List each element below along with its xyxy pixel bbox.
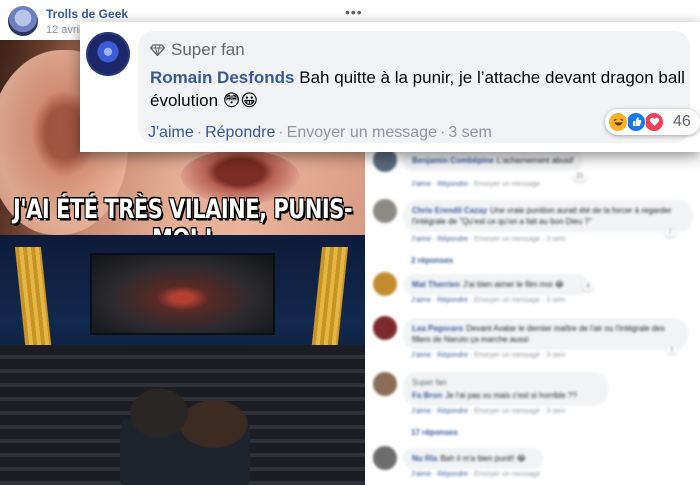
comment-time[interactable]: 3 sem bbox=[546, 408, 565, 415]
view-replies-link[interactable]: 17 réponses bbox=[411, 428, 458, 437]
message-link[interactable]: Envoyer un message bbox=[474, 181, 540, 188]
like-link[interactable]: J'aime bbox=[411, 471, 431, 478]
comment-author[interactable]: Benjamin Combépine bbox=[412, 156, 494, 165]
comment-actions: J'aime · Répondre · Envoyer un message ·… bbox=[411, 297, 566, 304]
like-icon bbox=[626, 112, 646, 132]
message-link[interactable]: Envoyer un message bbox=[474, 408, 540, 415]
comment-actions: J'aime · Répondre · Envoyer un message ·… bbox=[411, 352, 566, 359]
view-replies-link[interactable]: 2 réponses bbox=[411, 256, 453, 265]
meme-cinema-scene bbox=[0, 235, 365, 485]
comment-time[interactable]: 3 sem bbox=[546, 236, 565, 243]
comment-avatar[interactable] bbox=[373, 199, 397, 223]
comment-actions: J'aime · Répondre · Envoyer un message ·… bbox=[411, 236, 566, 243]
comment-reactions[interactable]: 7 bbox=[665, 228, 675, 237]
comment-text: Je l'ai pas vu mais c'est si horrible ?? bbox=[445, 391, 577, 400]
comment-text: Bah il m'a bien punit! 😂 bbox=[440, 454, 526, 463]
comment-avatar[interactable] bbox=[373, 272, 397, 296]
comment-actions: J'aime · Répondre · Envoyer un message ·… bbox=[411, 408, 566, 415]
comment-avatar[interactable] bbox=[373, 446, 397, 470]
reply-link[interactable]: Répondre bbox=[437, 297, 468, 304]
like-link[interactable]: J'aime bbox=[411, 408, 431, 415]
comment-actions: J'aime · Répondre · Envoyer un message bbox=[411, 181, 540, 188]
like-link[interactable]: J'aime bbox=[411, 181, 431, 188]
comment-body: Romain Desfonds Bah quitte à la punir, j… bbox=[150, 66, 685, 112]
reply-link[interactable]: Répondre bbox=[437, 352, 468, 359]
reply-link[interactable]: Répondre bbox=[437, 236, 468, 243]
super-fan-label: Super fan bbox=[171, 40, 245, 59]
post-options-icon[interactable]: ••• bbox=[345, 4, 363, 20]
cinema-couple bbox=[120, 380, 250, 485]
reply-link[interactable]: Répondre bbox=[437, 408, 468, 415]
page-name[interactable]: Trolls de Geek bbox=[46, 7, 128, 21]
love-icon bbox=[644, 112, 664, 132]
separator: · bbox=[278, 124, 284, 141]
like-link[interactable]: J'aime bbox=[148, 124, 194, 141]
reply-link[interactable]: Répondre bbox=[205, 124, 275, 141]
comment-bubble: Super fan Fa Bron Je l'ai pas vu mais c'e… bbox=[403, 372, 608, 406]
comment-author[interactable]: Nu Rla bbox=[412, 454, 437, 463]
comment-bubble: Mat Therrien J'ai bien aimer le film moi … bbox=[403, 274, 588, 295]
comment-author[interactable]: Romain Desfonds bbox=[150, 68, 295, 87]
comment-bubble: Benjamin Combépine L'acharnement abusif bbox=[403, 150, 583, 171]
comment-avatar[interactable] bbox=[373, 372, 397, 396]
comment-avatar[interactable] bbox=[373, 316, 397, 340]
comment-actions: J'aime · Répondre · Envoyer un message · 3 sem bbox=[148, 124, 492, 142]
reply-link[interactable]: Répondre bbox=[437, 471, 468, 478]
comment-bubble: Nu Rla Bah il m'a bien punit! 😂 bbox=[403, 448, 543, 469]
comment-author[interactable]: Chris Erendil Cazay bbox=[412, 206, 487, 215]
commenter-avatar[interactable] bbox=[86, 32, 130, 76]
reactions-summary[interactable]: 46 bbox=[605, 109, 700, 135]
highlighted-comment-card: Super fan Romain Desfonds Bah quitte à l… bbox=[80, 22, 700, 152]
comment-bubble: Chris Erendil Cazay Une vraie punition au… bbox=[403, 200, 693, 232]
comment-author[interactable]: Lea Pegoraro bbox=[412, 324, 463, 333]
reaction-count: 46 bbox=[673, 113, 691, 130]
comment-bubble: Lea Pegoraro Devant Avatar le dernier maî… bbox=[403, 318, 688, 350]
separator: · bbox=[196, 124, 203, 141]
comment-time[interactable]: 3 sem bbox=[448, 124, 492, 141]
message-link[interactable]: Envoyer un message bbox=[474, 297, 540, 304]
comment-actions: J'aime · Répondre · Envoyer un message bbox=[411, 471, 540, 478]
post-date[interactable]: 12 avril bbox=[46, 24, 81, 36]
message-link[interactable]: Envoyer un message bbox=[474, 471, 540, 478]
like-link[interactable]: J'aime bbox=[411, 236, 431, 243]
like-link[interactable]: J'aime bbox=[411, 352, 431, 359]
comment-time[interactable]: 3 sem bbox=[546, 297, 565, 304]
haha-icon bbox=[608, 112, 628, 132]
comment-time[interactable]: 3 sem bbox=[546, 352, 565, 359]
cinema-screen bbox=[90, 253, 275, 335]
message-link[interactable]: Envoyer un message bbox=[474, 236, 540, 243]
message-link[interactable]: Envoyer un message bbox=[474, 352, 540, 359]
like-link[interactable]: J'aime bbox=[411, 297, 431, 304]
comment-author[interactable]: Mat Therrien bbox=[412, 280, 460, 289]
comment-text: L'acharnement abusif bbox=[496, 156, 574, 165]
reply-link[interactable]: Répondre bbox=[437, 181, 468, 188]
page-avatar[interactable] bbox=[8, 6, 38, 36]
comment-reactions[interactable]: 21 bbox=[573, 172, 587, 181]
comment-text: J'ai bien aimer le film moi 😂 bbox=[463, 280, 565, 289]
comment-reactions[interactable]: 1 bbox=[667, 345, 677, 354]
separator: · bbox=[439, 124, 446, 141]
diamond-icon bbox=[150, 44, 165, 56]
send-message-link[interactable]: Envoyer un message bbox=[287, 124, 437, 141]
comment-author[interactable]: Fa Bron bbox=[412, 391, 442, 400]
comment-reactions[interactable]: 4 bbox=[583, 282, 593, 291]
super-fan-badge: Super fan bbox=[150, 40, 245, 60]
super-fan-badge: Super fan bbox=[412, 378, 447, 387]
